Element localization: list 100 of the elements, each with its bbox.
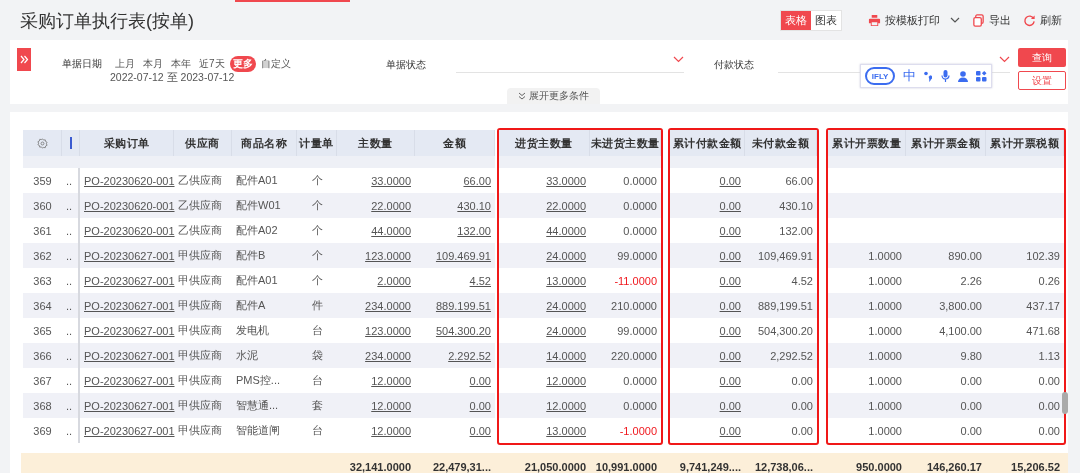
table-cell-text: 个 [310, 173, 324, 188]
toolbar-button[interactable]: 按模板打印 [868, 12, 960, 28]
table-cell-text: 368 [32, 398, 53, 414]
date-preset-chip[interactable]: 近7天 [196, 56, 228, 72]
table-link[interactable]: PO-20230620-001 [80, 218, 174, 243]
settings-button[interactable]: 设置 [1018, 71, 1066, 90]
toolbar-button[interactable]: 导出 [972, 12, 1011, 28]
date-preset-chip[interactable]: 上月 [112, 56, 138, 72]
table-link[interactable]: PO-20230627-001 [80, 293, 174, 318]
table-link[interactable]: 109.469.91 [415, 243, 495, 268]
table-link[interactable]: 12.0000 [337, 418, 415, 443]
table-link[interactable]: 0.00 [670, 293, 745, 318]
table-link[interactable]: 0.00 [670, 193, 745, 218]
view-tab[interactable]: 表格 [781, 10, 811, 30]
more-conditions-button[interactable]: 展开更多条件 [507, 88, 600, 104]
table-link[interactable]: 4.52 [415, 268, 495, 293]
table-link[interactable]: 12.0000 [499, 368, 590, 393]
table-link[interactable]: 234.0000 [337, 293, 415, 318]
query-button[interactable]: 查询 [1018, 48, 1066, 67]
table-cell-text: 1.0000 [867, 273, 903, 289]
table-cell-text: 个 [310, 198, 324, 213]
table-link[interactable]: 0.00 [670, 168, 745, 193]
table-link[interactable]: 12.0000 [499, 393, 590, 418]
field-label: 单据日期 [62, 57, 102, 71]
table-link[interactable]: 13.0000 [499, 418, 590, 443]
table-link[interactable]: 430.10 [415, 193, 495, 218]
total-cell-text: 22,479,31... [431, 460, 492, 473]
table-cell-text: 4.52 [790, 273, 814, 289]
table-link[interactable]: 22.0000 [337, 193, 415, 218]
ime-logo[interactable]: IFLY [865, 67, 896, 85]
view-tab[interactable]: 图表 [811, 10, 841, 30]
table-link[interactable]: 44.0000 [499, 218, 590, 243]
table-cell-text: 437.17 [1025, 298, 1061, 314]
table-link[interactable]: 234.0000 [337, 343, 415, 368]
table-cell-text: 袋 [310, 348, 324, 363]
date-preset-chip[interactable]: 更多 [229, 56, 256, 72]
table-link[interactable]: PO-20230627-001 [80, 268, 174, 293]
table-cell-text: 甲供应商 [177, 398, 223, 413]
table-link[interactable]: PO-20230627-001 [80, 368, 174, 393]
table-link[interactable]: 0.00 [670, 218, 745, 243]
table-cell-text: 430.10 [778, 198, 814, 214]
table-link[interactable]: 132.00 [415, 218, 495, 243]
table-link[interactable]: PO-20230627-001 [80, 393, 174, 418]
toolbar-button[interactable]: 刷新 [1023, 12, 1062, 28]
table-link[interactable]: PO-20230620-001 [80, 193, 174, 218]
date-preset-chip[interactable]: 自定义 [257, 56, 294, 72]
table-link[interactable]: PO-20230627-001 [80, 418, 174, 443]
table-link[interactable]: 889.199.51 [415, 293, 495, 318]
table-link[interactable]: PO-20230620-001 [80, 168, 174, 193]
table-link[interactable]: 12.0000 [337, 368, 415, 393]
table-link[interactable]: 13.0000 [499, 268, 590, 293]
table-link[interactable]: 0.00 [670, 243, 745, 268]
total-cell-text: 32,141.0000 [348, 460, 412, 473]
table-cell-text: 0.00 [959, 423, 983, 439]
table-link[interactable]: 33.0000 [499, 168, 590, 193]
table-link[interactable]: PO-20230627-001 [80, 318, 174, 343]
date-range: 2022-07-12 至 2023-07-12 [110, 72, 236, 83]
table-cell-text: 0.0000 [622, 223, 658, 239]
table-link[interactable]: 0.00 [670, 418, 745, 443]
table-link[interactable]: 0.00 [670, 343, 745, 368]
language-mode-button[interactable]: 中 [903, 67, 917, 85]
table-link[interactable]: 14.0000 [499, 343, 590, 368]
table-link[interactable]: 2.292.52 [415, 343, 495, 368]
table-link[interactable]: 123.0000 [337, 318, 415, 343]
table-link[interactable]: 0.00 [670, 393, 745, 418]
table-cell-text: 1.0000 [867, 348, 903, 364]
table-link[interactable]: 33.0000 [337, 168, 415, 193]
table-cell: .. [62, 343, 80, 368]
table-cell-text: 套 [310, 398, 324, 413]
date-preset-chip[interactable]: 本年 [168, 56, 194, 72]
table-link[interactable]: 504.300.20 [415, 318, 495, 343]
table-link[interactable]: 24.0000 [499, 293, 590, 318]
table-cell-text: 0.00 [1037, 398, 1061, 414]
table-link[interactable]: 0.00 [670, 368, 745, 393]
table-cell-text: 配件A [235, 298, 267, 313]
table-link[interactable]: 24.0000 [499, 243, 590, 268]
table-cell-text: 360 [32, 198, 53, 214]
table-link[interactable]: PO-20230627-001 [80, 343, 174, 368]
table-cell-text: 个 [310, 248, 324, 263]
table-link[interactable]: 22.0000 [499, 193, 590, 218]
table-link[interactable]: 24.0000 [499, 318, 590, 343]
table-link[interactable]: 12.0000 [337, 393, 415, 418]
table-link[interactable]: 0.00 [415, 393, 495, 418]
table-link[interactable]: 2.0000 [337, 268, 415, 293]
table-cell-text: 个 [310, 273, 324, 288]
total-cell-text: 12,738,06... [753, 460, 814, 473]
table-cell: .. [62, 293, 80, 318]
table-link[interactable]: 0.00 [415, 368, 495, 393]
table-cell-text: 363 [32, 273, 53, 289]
table-link[interactable]: 123.0000 [337, 243, 415, 268]
table-link[interactable]: 0.00 [670, 318, 745, 343]
table-link[interactable]: 66.00 [415, 168, 495, 193]
table-link[interactable]: 0.00 [415, 418, 495, 443]
table-cell-text: 台 [310, 373, 324, 388]
table-cell-text: 甲供应商 [177, 323, 223, 338]
date-preset-chip[interactable]: 本月 [140, 56, 166, 72]
table-link[interactable]: PO-20230627-001 [80, 243, 174, 268]
table-link[interactable]: 0.00 [670, 268, 745, 293]
table-cell-text: -1.0000 [618, 423, 658, 439]
table-link[interactable]: 44.0000 [337, 218, 415, 243]
